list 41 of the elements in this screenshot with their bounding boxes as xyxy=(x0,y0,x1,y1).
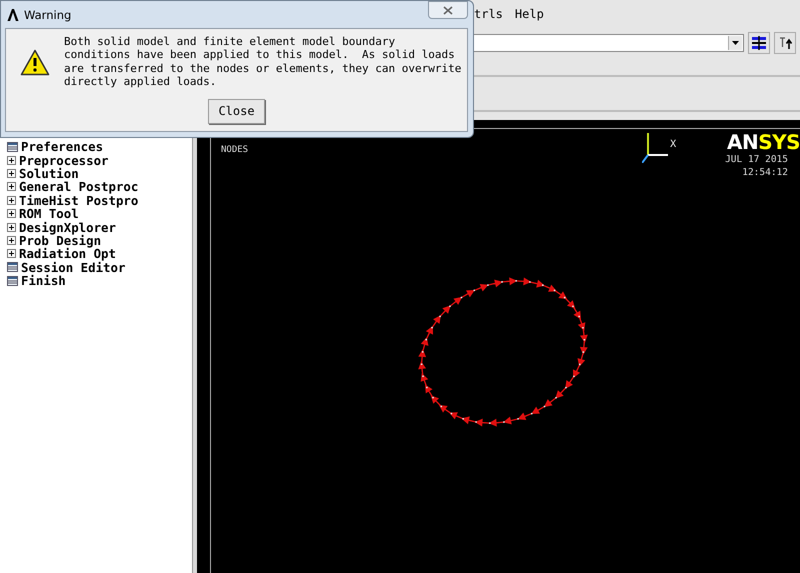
expand-plus-icon[interactable] xyxy=(7,182,16,192)
table-icon xyxy=(7,276,18,286)
expand-plus-icon[interactable] xyxy=(7,249,16,258)
expand-plus-icon[interactable] xyxy=(7,156,16,165)
expand-plus-icon[interactable] xyxy=(7,209,16,218)
toolbar-button[interactable] xyxy=(748,32,770,54)
close-icon xyxy=(443,6,453,14)
tree-item[interactable]: TimeHist Postpro xyxy=(19,194,138,207)
tree-item[interactable]: Prob Design xyxy=(19,234,102,247)
arrow-up-icon xyxy=(777,35,793,51)
expand-plus-icon[interactable] xyxy=(7,236,16,245)
menu-item[interactable]: Help xyxy=(514,7,544,21)
warning-message: Both solid model and finite element model boundary conditions have been applied to this model. As solid loads are transferred to the nodes or elements, they can overwrite directly applied loads. xyxy=(64,35,462,89)
tree-item[interactable]: ROM Tool xyxy=(19,207,79,220)
menu-item[interactable]: trls xyxy=(474,7,503,21)
tree-item[interactable]: Session Editor xyxy=(21,260,126,274)
tree-item[interactable]: Preprocessor xyxy=(19,154,109,167)
window-close-button[interactable] xyxy=(428,1,468,19)
plot-label: NODES xyxy=(221,145,248,155)
tree-item[interactable]: Solution xyxy=(19,166,79,180)
axis-triad-icon xyxy=(642,133,668,163)
table-icon xyxy=(7,142,18,152)
warning-icon xyxy=(20,49,50,76)
tree-item[interactable]: Finish xyxy=(21,274,66,288)
close-button[interactable]: Close xyxy=(208,98,265,124)
app-logo-icon xyxy=(7,8,19,20)
toolbar-button[interactable] xyxy=(774,32,796,54)
layers-icon xyxy=(751,35,767,51)
tree-item[interactable]: DesignXplorer xyxy=(19,220,116,234)
dialog-title: Warning xyxy=(24,8,72,22)
expand-plus-icon[interactable] xyxy=(7,222,16,232)
tree-item[interactable]: General Postproc xyxy=(19,180,138,194)
time-label: 12:54:12 xyxy=(742,166,788,179)
table-icon xyxy=(7,262,18,272)
tree-item[interactable]: Preferences xyxy=(21,140,104,154)
axis-label: X xyxy=(670,139,676,150)
expand-plus-icon[interactable] xyxy=(7,196,16,205)
date-label: JUL 17 2015 xyxy=(725,153,788,166)
ansys-logo: ANSYS xyxy=(726,131,800,153)
tree-item[interactable]: Radiation Opt xyxy=(19,247,116,260)
expand-plus-icon[interactable] xyxy=(7,168,16,178)
